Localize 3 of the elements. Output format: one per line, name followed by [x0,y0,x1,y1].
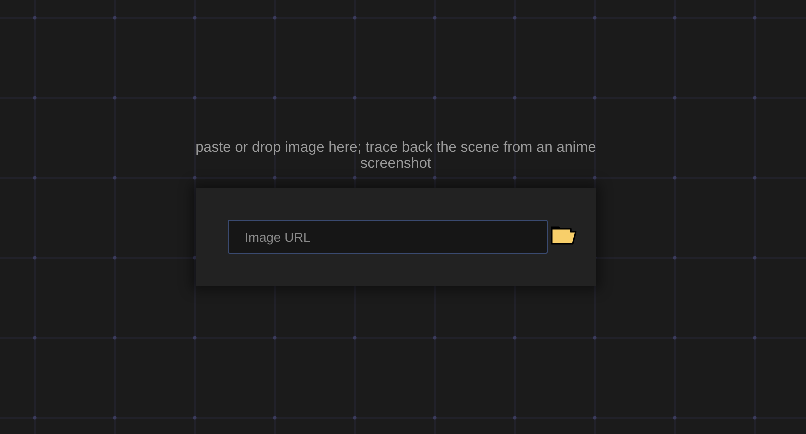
image-url-field[interactable]: Image URL [228,220,548,254]
folder-icon[interactable] [551,226,577,244]
tagline: paste or drop image here; trace back the scene from an anime screenshot [194,140,598,172]
